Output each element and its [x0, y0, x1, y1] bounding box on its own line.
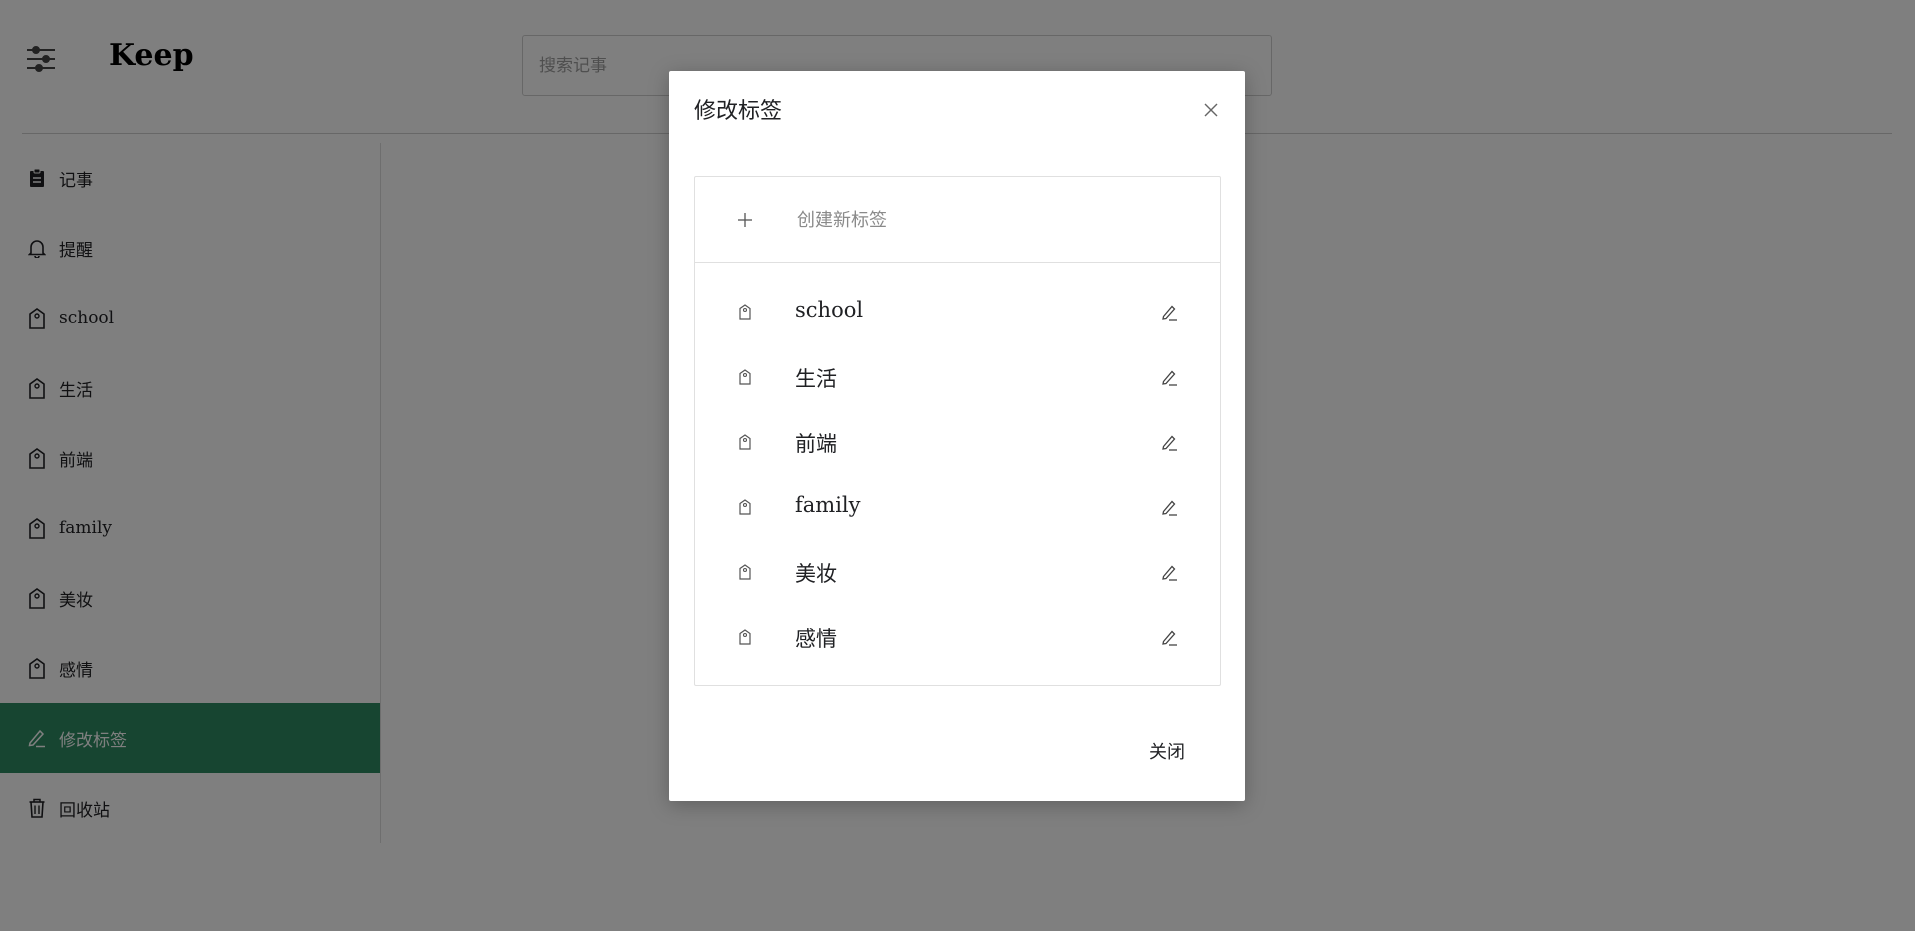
label-name: 生活	[795, 367, 837, 391]
pencil-icon	[1161, 565, 1177, 581]
plus-icon	[738, 213, 752, 227]
create-label-input[interactable]	[795, 202, 1175, 238]
dialog-close-button[interactable]	[1199, 98, 1223, 122]
edit-label-button[interactable]	[1158, 496, 1180, 518]
label-name: school	[795, 298, 864, 322]
tag-icon	[736, 432, 754, 452]
label-row: 美妆	[695, 540, 1220, 605]
label-name: 感情	[795, 627, 837, 651]
label-name: 美妆	[795, 562, 837, 586]
tag-icon	[736, 627, 754, 647]
pencil-icon	[1161, 305, 1177, 321]
label-name: family	[795, 493, 861, 517]
tag-icon	[736, 497, 754, 517]
add-label-button[interactable]	[733, 208, 757, 232]
pencil-icon	[1161, 370, 1177, 386]
label-row: school	[695, 280, 1220, 345]
edit-label-button[interactable]	[1158, 626, 1180, 648]
label-row: family	[695, 475, 1220, 540]
pencil-icon	[1161, 435, 1177, 451]
tag-icon	[736, 562, 754, 582]
label-row: 前端	[695, 410, 1220, 475]
label-name: 前端	[795, 432, 837, 456]
label-row: 感情	[695, 605, 1220, 670]
label-list-panel: school 生活 前端	[694, 176, 1221, 686]
pencil-icon	[1161, 630, 1177, 646]
app-root: Keep 记事 提醒 school	[0, 0, 1915, 931]
create-label-row	[695, 177, 1220, 263]
close-dialog-button[interactable]: 关闭	[1149, 738, 1185, 764]
edit-label-button[interactable]	[1158, 301, 1180, 323]
edit-labels-dialog: 修改标签 school	[669, 71, 1245, 801]
edit-label-button[interactable]	[1158, 366, 1180, 388]
dialog-title: 修改标签	[694, 99, 783, 124]
close-icon	[1204, 103, 1218, 117]
tag-icon	[736, 367, 754, 387]
tag-icon	[736, 302, 754, 322]
edit-label-button[interactable]	[1158, 431, 1180, 453]
edit-label-button[interactable]	[1158, 561, 1180, 583]
label-row: 生活	[695, 345, 1220, 410]
pencil-icon	[1161, 500, 1177, 516]
